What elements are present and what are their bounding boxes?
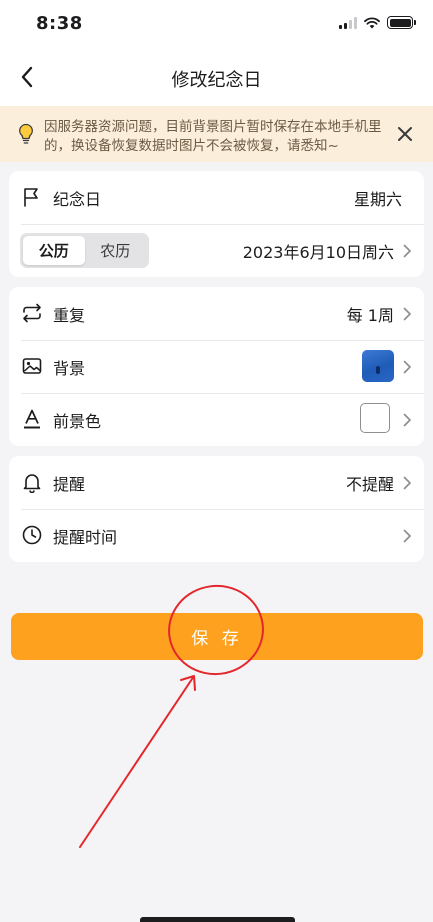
reminder-label: 提醒 xyxy=(53,474,86,494)
event-value: 星期六 xyxy=(353,189,402,209)
style-card: 重复 每 1周 背景 前景色 xyxy=(9,287,424,446)
status-time: 8:38 xyxy=(36,13,83,34)
chevron-right-icon xyxy=(403,529,411,543)
repeat-label: 重复 xyxy=(53,305,86,325)
background-row[interactable]: 背景 xyxy=(9,340,424,393)
tab-lunar-calendar[interactable]: 农历 xyxy=(85,236,147,265)
date-value: 2023年6月10日周六 xyxy=(242,242,394,262)
reminder-value: 不提醒 xyxy=(345,474,394,494)
home-indicator xyxy=(140,917,295,922)
notice-banner: 因服务器资源问题，目前背景图片暂时保存在本地手机里的，换设备恢复数据时图片不会被… xyxy=(0,106,433,162)
page-title: 修改纪念日 xyxy=(171,70,262,91)
date-card: 纪念日 星期六 公历 农历 2023年6月10日周六 xyxy=(9,171,424,277)
event-name-row[interactable]: 纪念日 星期六 xyxy=(9,171,424,224)
battery-icon xyxy=(387,16,416,29)
repeat-row[interactable]: 重复 每 1周 xyxy=(9,287,424,340)
foreground-color-swatch[interactable] xyxy=(360,403,390,433)
clock-icon xyxy=(22,525,42,545)
event-label: 纪念日 xyxy=(53,189,102,209)
navigation-bar: 修改纪念日 xyxy=(0,48,433,106)
status-icons xyxy=(339,16,416,29)
chevron-right-icon xyxy=(403,413,411,427)
background-thumbnail[interactable] xyxy=(362,350,394,382)
reminder-row[interactable]: 提醒 不提醒 xyxy=(9,456,424,509)
reminder-time-row[interactable]: 提醒时间 xyxy=(9,509,424,562)
wifi-icon xyxy=(364,16,380,28)
close-icon[interactable] xyxy=(395,124,415,144)
chevron-right-icon xyxy=(403,360,411,374)
chevron-right-icon xyxy=(403,476,411,490)
save-button[interactable]: 保 存 xyxy=(11,613,423,660)
foreground-color-row[interactable]: 前景色 xyxy=(9,393,424,446)
lightbulb-icon xyxy=(19,123,33,144)
calendar-toggle: 公历 农历 xyxy=(20,233,149,268)
notice-text: 因服务器资源问题，目前背景图片暂时保存在本地手机里的，换设备恢复数据时图片不会被… xyxy=(44,119,382,154)
status-bar: 8:38 xyxy=(0,0,433,48)
repeat-icon xyxy=(23,303,41,323)
chevron-right-icon xyxy=(403,307,411,321)
foreground-label: 前景色 xyxy=(53,411,102,431)
text-color-icon xyxy=(24,409,40,429)
bell-icon xyxy=(23,474,41,493)
reminder-card: 提醒 不提醒 提醒时间 xyxy=(9,456,424,562)
reminder-time-label: 提醒时间 xyxy=(53,527,118,547)
repeat-value: 每 1周 xyxy=(346,305,394,325)
image-icon xyxy=(22,358,42,374)
background-label: 背景 xyxy=(53,358,86,378)
date-row[interactable]: 公历 农历 2023年6月10日周六 xyxy=(9,224,424,277)
flag-icon xyxy=(24,188,38,207)
cellular-signal-icon xyxy=(339,16,357,29)
chevron-right-icon xyxy=(403,244,411,258)
tab-solar-calendar[interactable]: 公历 xyxy=(23,236,85,265)
annotation-arrow xyxy=(79,675,196,848)
